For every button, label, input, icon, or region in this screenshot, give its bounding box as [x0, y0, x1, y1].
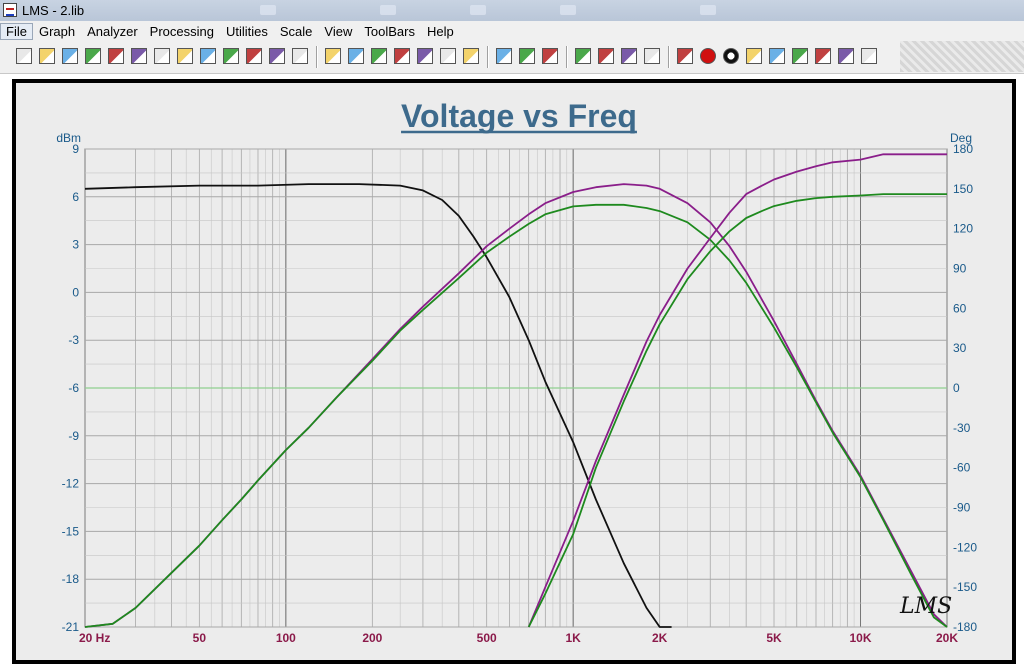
x-tick-label: 50 — [193, 631, 207, 645]
open-folder-icon[interactable] — [62, 48, 78, 64]
marker-icon[interactable] — [575, 48, 591, 64]
titlebar-blur-5 — [700, 5, 716, 15]
cursor-2-icon[interactable] — [621, 48, 637, 64]
menu-graph[interactable]: Graph — [33, 23, 81, 40]
print-preview-icon[interactable] — [223, 48, 239, 64]
y-left-tick-label: -9 — [68, 429, 79, 443]
app-icon — [3, 3, 17, 17]
settings-icon[interactable] — [838, 48, 854, 64]
grid-icon[interactable] — [463, 48, 479, 64]
cursor-3-icon[interactable] — [644, 48, 660, 64]
menu-utilities[interactable]: Utilities — [220, 23, 274, 40]
y-right-tick-label: -60 — [953, 461, 971, 475]
titlebar-blur-4 — [560, 5, 576, 15]
menu-analyzer[interactable]: Analyzer — [81, 23, 144, 40]
y-right-tick-label: -150 — [953, 580, 977, 594]
menu-bar: File Graph Analyzer Processing Utilities… — [0, 21, 1024, 41]
window-title: LMS - 2.lib — [22, 3, 85, 18]
voltage-freq-chart: Voltage vs FreqdBm Deg9630-3-6-9-12-15-18… — [56, 98, 977, 645]
open-library-icon[interactable] — [177, 48, 193, 64]
save-icon[interactable] — [108, 48, 124, 64]
y-right-tick-label: 150 — [953, 182, 973, 196]
notes-icon[interactable] — [269, 48, 285, 64]
scale-3-icon[interactable] — [417, 48, 433, 64]
menu-view[interactable]: View — [318, 23, 358, 40]
toolbar-separator — [566, 46, 567, 68]
import-icon[interactable] — [131, 48, 147, 64]
toolbar-background-pattern — [900, 41, 1024, 72]
y-right-tick-label: 90 — [953, 262, 967, 276]
y-left-tick-label: 6 — [72, 190, 79, 204]
y-left-tick-label: -6 — [68, 381, 79, 395]
menu-scale[interactable]: Scale — [274, 23, 319, 40]
y-left-tick-label: 9 — [72, 142, 79, 156]
y-left-tick-label: 0 — [72, 285, 79, 299]
open-icon[interactable] — [39, 48, 55, 64]
y-right-tick-label: -30 — [953, 421, 971, 435]
probe-icon[interactable] — [769, 48, 785, 64]
cursor-icon[interactable] — [598, 48, 614, 64]
rack-icon[interactable] — [677, 48, 693, 64]
y-right-tick-label: -90 — [953, 501, 971, 515]
curve-library-icon[interactable] — [519, 48, 535, 64]
titlebar-blur-2 — [380, 5, 396, 15]
scale-2-icon[interactable] — [394, 48, 410, 64]
spectrum-icon[interactable] — [746, 48, 762, 64]
y-left-tick-label: -18 — [62, 572, 80, 586]
calculator-icon[interactable] — [542, 48, 558, 64]
x-tick-label: 200 — [362, 631, 382, 645]
toolbar-separator — [487, 46, 488, 68]
hand-icon[interactable] — [861, 48, 877, 64]
y-left-tick-label: 3 — [72, 238, 79, 252]
titlebar-blur-1 — [260, 5, 276, 15]
x-tick-label: 100 — [276, 631, 296, 645]
titlebar-blur-3 — [470, 5, 486, 15]
x-tick-label: 500 — [477, 631, 497, 645]
menu-processing[interactable]: Processing — [144, 23, 220, 40]
x-tick-label: 20K — [936, 631, 958, 645]
chart-title: Voltage vs Freq — [401, 98, 637, 134]
print-icon[interactable] — [246, 48, 262, 64]
wizard-icon[interactable] — [792, 48, 808, 64]
scale-1-icon[interactable] — [371, 48, 387, 64]
menu-toolbars[interactable]: ToolBars — [358, 23, 421, 40]
y-right-tick-label: 0 — [953, 381, 960, 395]
graph-window: Voltage vs Freq dBm Deg 9 6 3 0 -3 -6 -9 -12 -15 -18… — [12, 79, 1016, 664]
menu-file[interactable]: File — [0, 22, 33, 40]
scale-4-icon[interactable] — [440, 48, 456, 64]
x-tick-label: 5K — [766, 631, 782, 645]
y-right-tick-label: -120 — [953, 540, 977, 554]
macro-icon[interactable] — [815, 48, 831, 64]
y-left-tick-label: -15 — [62, 524, 80, 538]
new-icon[interactable] — [16, 48, 32, 64]
record-icon[interactable] — [700, 48, 716, 64]
export-icon[interactable] — [154, 48, 170, 64]
y-right-tick-label: 180 — [953, 142, 973, 156]
y-right-tick-label: 30 — [953, 341, 967, 355]
erase-icon[interactable] — [292, 48, 308, 64]
save-library-icon[interactable] — [200, 48, 216, 64]
menu-help[interactable]: Help — [421, 23, 460, 40]
y-left-tick-label: -21 — [62, 620, 80, 634]
title-bar: LMS - 2.lib — [0, 0, 1024, 21]
lms-logo: LMS — [899, 594, 952, 619]
overlay-icon[interactable] — [496, 48, 512, 64]
toolbar-separator — [316, 46, 317, 68]
stop-icon[interactable] — [723, 48, 739, 64]
y-left-tick-label: -3 — [68, 333, 79, 347]
y-right-tick-label: 60 — [953, 301, 967, 315]
x-tick-label: 20 Hz — [79, 631, 110, 645]
x-tick-label: 1K — [565, 631, 581, 645]
save-disabled-icon[interactable] — [85, 48, 101, 64]
toolbar — [0, 41, 1024, 74]
toolbar-separator — [668, 46, 669, 68]
x-tick-label: 10K — [849, 631, 871, 645]
x-tick-label: 2K — [652, 631, 668, 645]
zoom-in-icon[interactable] — [325, 48, 341, 64]
zoom-out-icon[interactable] — [348, 48, 364, 64]
y-right-tick-label: 120 — [953, 222, 973, 236]
y-left-tick-label: -12 — [62, 477, 80, 491]
